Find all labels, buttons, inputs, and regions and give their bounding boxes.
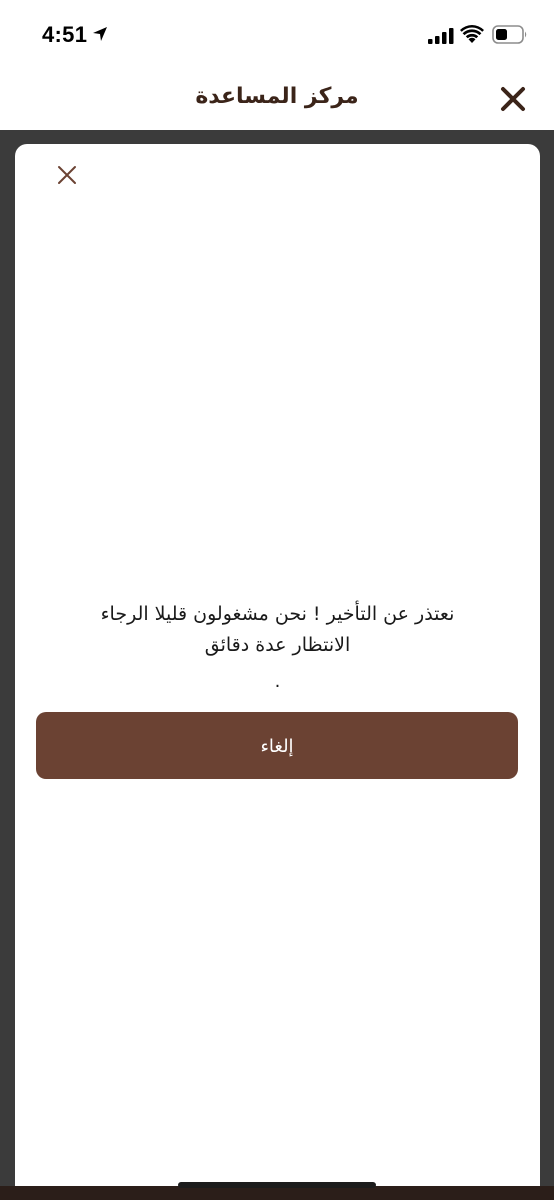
wifi-icon (460, 25, 484, 43)
wait-message-dot: . (274, 671, 281, 692)
home-indicator (178, 1182, 376, 1188)
help-center-header: مركز المساعدة (0, 66, 554, 130)
status-time: 4:51 (42, 22, 88, 47)
wait-message: نعتذر عن التأخير ! نحن مشغولون قليلا الر… (35, 599, 520, 661)
page-title: مركز المساعدة (195, 84, 359, 109)
cellular-signal-icon (428, 28, 454, 44)
cancel-button[interactable]: إلغاء (36, 712, 518, 779)
location-arrow-icon (93, 27, 107, 41)
app-screen: 4:51 مركز المساعدة نعتذر عن التأخير ! نح… (0, 0, 554, 1200)
close-icon[interactable] (57, 165, 77, 185)
status-bar: 4:51 (0, 0, 554, 66)
bottom-strip (0, 1186, 554, 1200)
battery-icon (492, 25, 527, 44)
chat-wait-dialog: نعتذر عن التأخير ! نحن مشغولون قليلا الر… (15, 144, 540, 1200)
wait-message-line-1: نعتذر عن التأخير ! نحن مشغولون قليلا الر… (100, 603, 455, 625)
close-icon[interactable] (500, 86, 526, 112)
wait-message-line-2: الانتظار عدة دقائق (204, 634, 351, 656)
